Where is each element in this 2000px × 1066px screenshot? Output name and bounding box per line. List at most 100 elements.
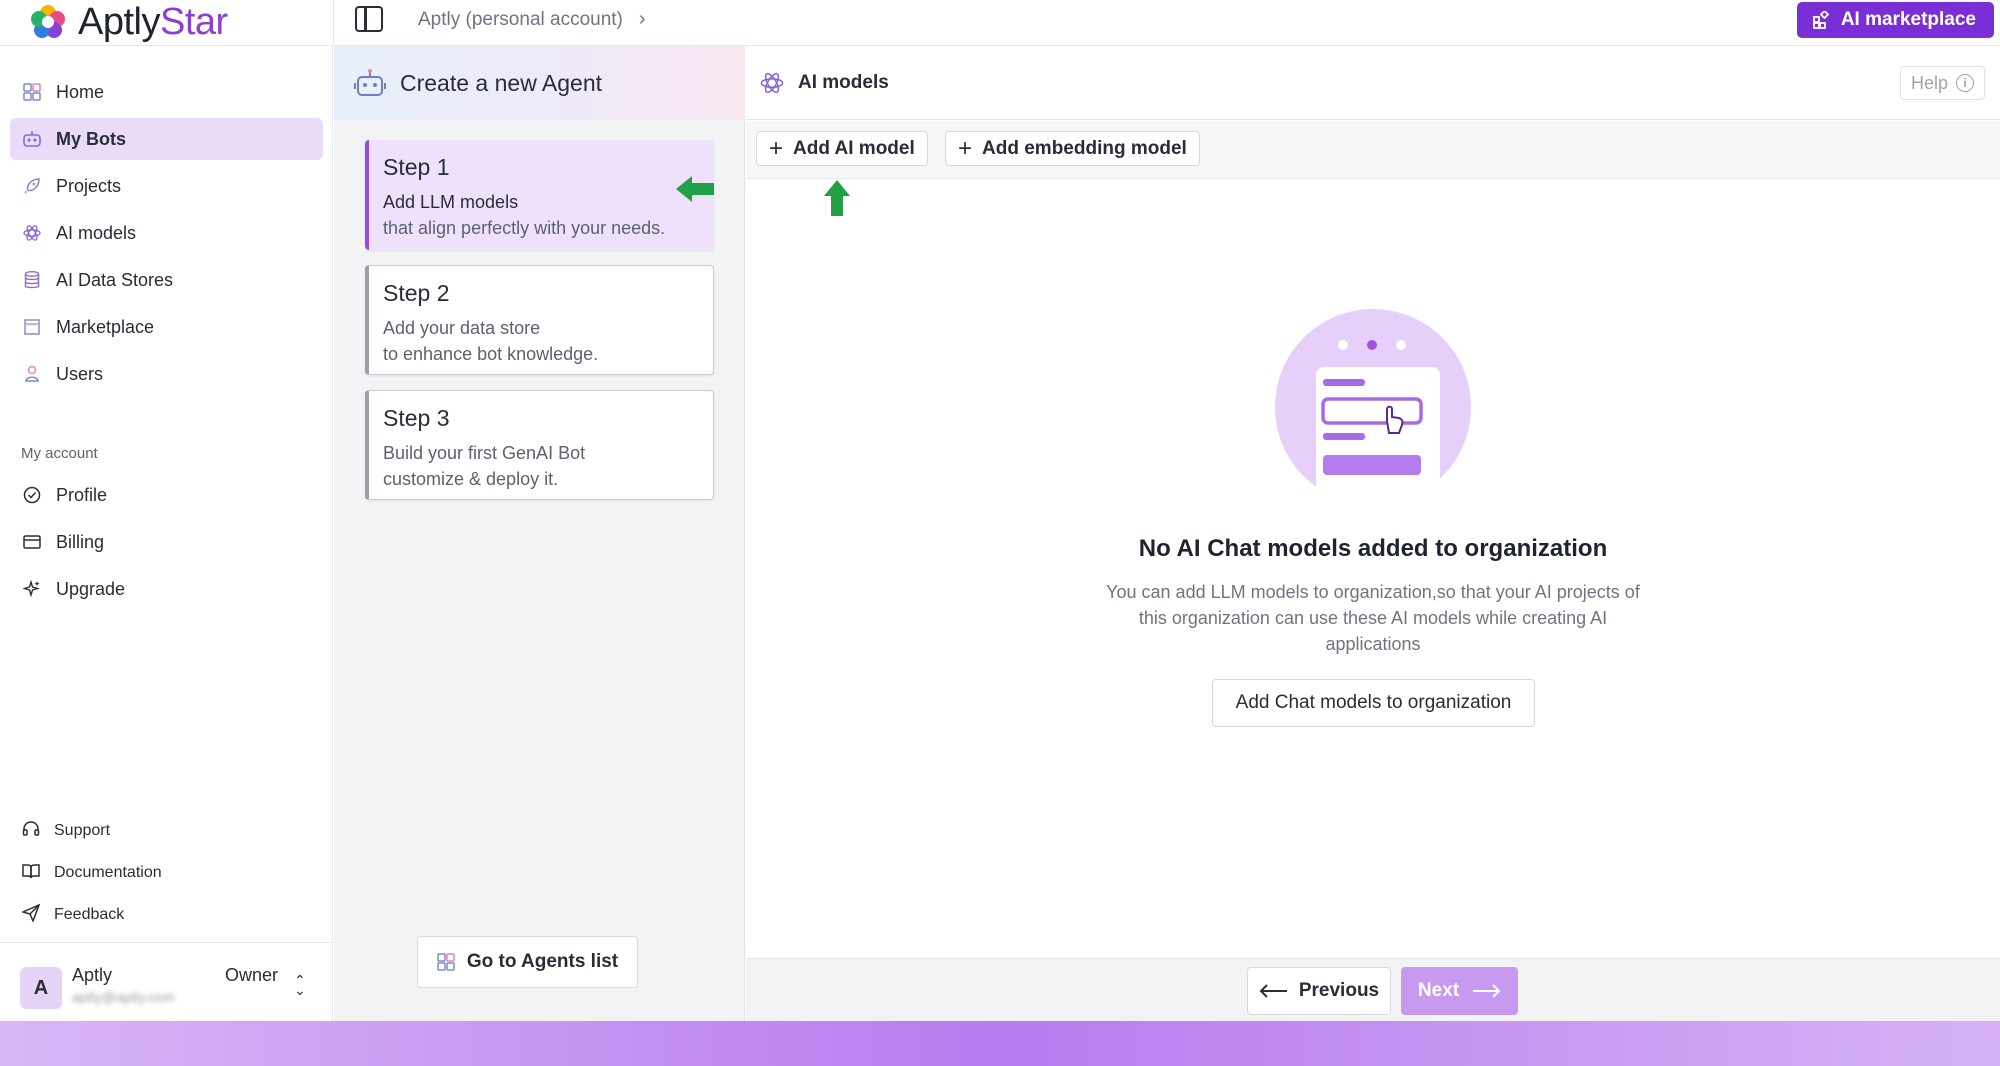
sidebar-item-ai-data-stores[interactable]: AI Data Stores bbox=[10, 259, 323, 301]
sidebar-toggle-icon[interactable] bbox=[355, 6, 383, 32]
send-icon bbox=[20, 903, 41, 927]
user-role: Owner bbox=[225, 965, 279, 985]
arrow-up-hint-icon bbox=[824, 180, 850, 216]
user-icon bbox=[22, 364, 42, 384]
sidebar-item-billing[interactable]: Billing bbox=[10, 521, 323, 563]
empty-state-description: You can add LLM models to organization,s… bbox=[1106, 582, 1640, 654]
step-3-card[interactable]: Step 3 Build your first GenAI Bot custom… bbox=[365, 390, 714, 500]
add-chat-models-button[interactable]: Add Chat models to organization bbox=[1212, 679, 1535, 727]
arrow-right-icon bbox=[1473, 984, 1501, 998]
arrow-left-hint-icon bbox=[676, 176, 714, 202]
chevron-up-down-icon[interactable]: ⌃ ⌄ bbox=[294, 973, 306, 997]
next-button[interactable]: Next bbox=[1401, 967, 1518, 1015]
help-button[interactable]: Help i bbox=[1899, 66, 1985, 100]
sidebar-item-feedback[interactable]: Feedback bbox=[10, 894, 323, 936]
go-to-agents-list-label: Go to Agents list bbox=[466, 951, 619, 972]
next-label: Next bbox=[1417, 980, 1460, 1001]
step-description: Add your data store bbox=[383, 318, 541, 338]
sidebar-item-label: Users bbox=[56, 363, 104, 384]
sidebar-item-label: Billing bbox=[56, 531, 105, 552]
sidebar-item-profile[interactable]: Profile bbox=[10, 474, 323, 516]
bottom-gradient-strip bbox=[0, 1021, 2000, 1066]
ai-marketplace-label: AI marketplace bbox=[1840, 9, 1976, 30]
step-2-card[interactable]: Step 2 Add your data store to enhance bo… bbox=[365, 265, 714, 375]
sidebar-item-support[interactable]: Support bbox=[10, 810, 323, 852]
sidebar-item-label: Upgrade bbox=[56, 578, 126, 599]
sidebar-item-projects[interactable]: Projects bbox=[10, 165, 323, 207]
add-ai-model-label: Add AI model bbox=[793, 137, 915, 159]
sidebar-item-users[interactable]: Users bbox=[10, 353, 323, 395]
step-subdescription: customize & deploy it. bbox=[383, 469, 559, 489]
sidebar-item-marketplace[interactable]: Marketplace bbox=[10, 306, 323, 348]
plus-icon: + bbox=[958, 134, 973, 162]
grid-icon bbox=[22, 82, 42, 102]
logo-flower-icon bbox=[31, 5, 65, 38]
sidebar-item-documentation[interactable]: Documentation bbox=[10, 852, 323, 894]
help-label: Help bbox=[1910, 72, 1948, 93]
add-ai-model-button[interactable]: + Add AI model bbox=[756, 131, 928, 166]
add-embedding-model-button[interactable]: + Add embedding model bbox=[945, 131, 1200, 166]
step-title: Step 2 bbox=[383, 280, 450, 306]
help-links: Support Documentation Feedback bbox=[10, 810, 323, 936]
sidebar-item-home[interactable]: Home bbox=[10, 71, 323, 113]
main-header: AI models Help i bbox=[746, 46, 2000, 120]
step-description: Build your first GenAI Bot bbox=[383, 443, 586, 463]
sidebar-item-label: Marketplace bbox=[56, 316, 155, 337]
bot-icon bbox=[22, 129, 42, 149]
previous-button[interactable]: Previous bbox=[1247, 967, 1391, 1015]
step-subdescription: to enhance bot knowledge. bbox=[383, 344, 599, 364]
app-logo[interactable]: AptlyStar bbox=[28, 2, 228, 42]
steps-title: Create a new Agent bbox=[400, 69, 603, 96]
previous-label: Previous bbox=[1298, 980, 1380, 1001]
info-icon: i bbox=[1956, 74, 1974, 92]
steps-header: Create a new Agent bbox=[334, 46, 745, 120]
my-account-section-label: My account bbox=[21, 445, 98, 462]
user-menu[interactable]: A Aptly aptly@aptly.com Owner ⌃ ⌄ bbox=[0, 942, 333, 1021]
badge-check-icon bbox=[22, 485, 42, 505]
account-nav: Profile Billing Upgrade bbox=[10, 474, 323, 615]
atom-icon bbox=[22, 223, 42, 243]
sidebar: Home My Bots Projects AI models AI Data … bbox=[0, 46, 333, 1021]
breadcrumb-account[interactable]: Aptly (personal account) bbox=[418, 9, 623, 31]
sidebar-item-label: Projects bbox=[56, 175, 122, 196]
step-title: Step 1 bbox=[383, 154, 450, 180]
main-content: AI models Help i + Add AI model + Add em… bbox=[746, 46, 2000, 1021]
sidebar-nav: Home My Bots Projects AI models AI Data … bbox=[10, 71, 323, 400]
logo-text-star: Star bbox=[159, 1, 228, 43]
store-icon bbox=[22, 317, 42, 337]
avatar: A bbox=[20, 967, 62, 1009]
ai-marketplace-button[interactable]: AI marketplace bbox=[1796, 2, 1994, 38]
sidebar-item-ai-models[interactable]: AI models bbox=[10, 212, 323, 254]
plus-icon: + bbox=[769, 134, 784, 162]
page-title: AI models bbox=[798, 71, 889, 93]
divider bbox=[333, 0, 334, 46]
empty-state-illustration bbox=[1275, 309, 1471, 505]
step-1-card[interactable]: Step 1 Add LLM models that align perfect… bbox=[365, 140, 714, 250]
robot-icon bbox=[354, 69, 386, 96]
chevron-right-icon: › bbox=[638, 8, 646, 30]
book-icon bbox=[22, 863, 40, 884]
sidebar-item-upgrade[interactable]: Upgrade bbox=[10, 568, 323, 610]
sidebar-item-label: Feedback bbox=[54, 906, 125, 923]
sidebar-item-label: Support bbox=[54, 822, 111, 839]
user-name: Aptly bbox=[72, 965, 113, 985]
logo-text-aptly: Aptly bbox=[78, 1, 160, 43]
sidebar-item-label: Profile bbox=[56, 484, 108, 505]
add-embedding-model-label: Add embedding model bbox=[982, 137, 1187, 159]
models-toolbar: + Add AI model + Add embedding model bbox=[746, 121, 2000, 179]
go-to-agents-list-button[interactable]: Go to Agents list bbox=[417, 936, 638, 988]
sparkles-icon bbox=[22, 579, 42, 599]
step-description: Add LLM models bbox=[383, 192, 519, 212]
apps-icon bbox=[1812, 11, 1830, 29]
breadcrumb[interactable]: Aptly (personal account) › bbox=[418, 8, 646, 31]
arrow-left-icon bbox=[1259, 984, 1287, 998]
step-title: Step 3 bbox=[383, 405, 450, 431]
sidebar-item-label: Documentation bbox=[54, 864, 162, 881]
step-subdescription: that align perfectly with your needs. bbox=[383, 218, 666, 238]
database-icon bbox=[22, 270, 42, 290]
sidebar-item-my-bots[interactable]: My Bots bbox=[10, 118, 323, 160]
sidebar-item-label: My Bots bbox=[56, 128, 127, 149]
wizard-footer: Previous Next bbox=[746, 958, 2000, 1021]
grid-icon bbox=[437, 953, 455, 971]
atom-icon bbox=[760, 72, 784, 93]
